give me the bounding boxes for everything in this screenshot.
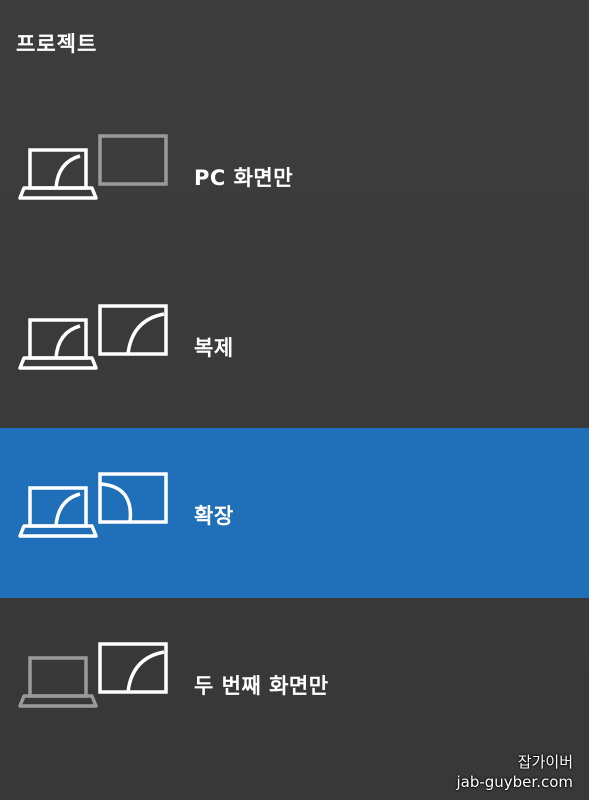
option-label: PC 화면만 — [194, 166, 294, 190]
project-panel: 프로젝트 PC 화면만 복제 확장 두 번째 화면만 잡가이버 jab-guyb… — [0, 0, 589, 800]
option-label: 확장 — [194, 504, 234, 528]
panel-title: 프로젝트 — [16, 32, 98, 56]
watermark: 잡가이버 jab-guyber.com — [456, 752, 573, 792]
option-extend[interactable]: 확장 — [0, 428, 589, 598]
option-label: 두 번째 화면만 — [194, 674, 329, 698]
option-pc-screen-only[interactable]: PC 화면만 — [0, 90, 589, 260]
extend-icon — [18, 472, 168, 538]
pc-screen-only-icon — [18, 134, 168, 200]
watermark-line-1: 잡가이버 — [517, 753, 573, 771]
second-screen-only-icon — [18, 642, 168, 708]
duplicate-icon — [18, 304, 168, 370]
option-label: 복제 — [194, 336, 234, 360]
option-duplicate[interactable]: 복제 — [0, 260, 589, 430]
option-second-screen-only[interactable]: 두 번째 화면만 — [0, 598, 589, 768]
watermark-line-2: jab-guyber.com — [456, 773, 573, 791]
